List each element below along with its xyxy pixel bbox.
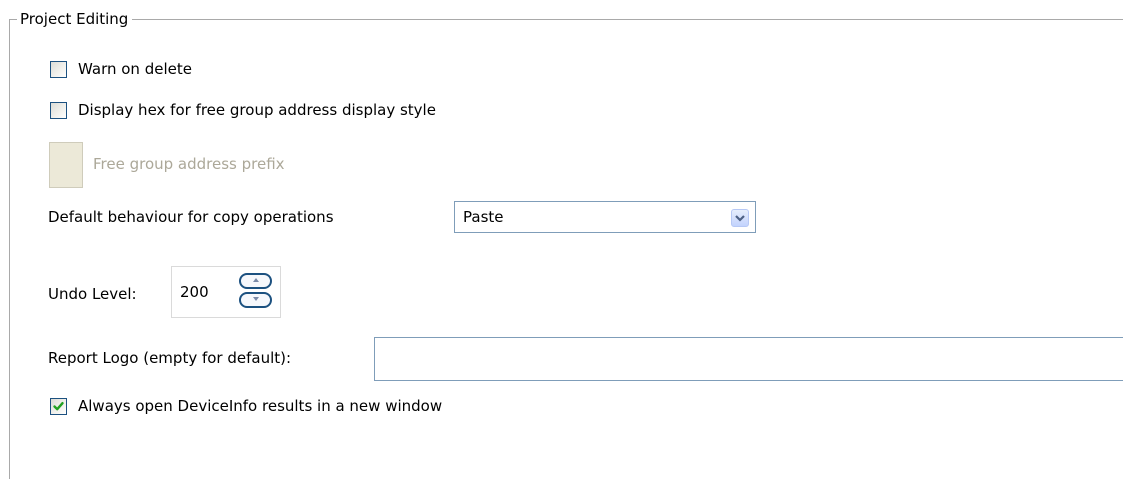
display-hex-row[interactable]: Display hex for free group address displ… — [50, 101, 436, 119]
open-deviceinfo-checkbox[interactable] — [50, 397, 67, 415]
undo-level-label: Undo Level: — [48, 285, 137, 303]
chevron-down-icon[interactable] — [731, 209, 749, 227]
check-icon — [53, 401, 64, 410]
warn-on-delete-row[interactable]: Warn on delete — [50, 60, 192, 78]
copy-behaviour-select[interactable]: Paste — [454, 201, 756, 233]
display-hex-checkbox[interactable] — [50, 101, 67, 119]
group-title: Project Editing — [17, 8, 133, 30]
arrow-down-icon — [252, 297, 259, 301]
warn-on-delete-label[interactable]: Warn on delete — [78, 60, 192, 78]
spin-up-button[interactable] — [239, 273, 272, 289]
undo-level-value[interactable]: 200 — [180, 283, 209, 301]
undo-level-spinner[interactable]: 200 — [171, 266, 281, 318]
open-deviceinfo-label[interactable]: Always open DeviceInfo results in a new … — [78, 397, 442, 415]
free-group-prefix-label: Free group address prefix — [93, 155, 285, 173]
spin-down-button[interactable] — [239, 292, 272, 308]
copy-behaviour-label: Default behaviour for copy operations — [48, 208, 334, 226]
undo-level-row: Undo Level: — [48, 285, 137, 303]
free-group-prefix-control — [49, 142, 83, 188]
display-hex-label[interactable]: Display hex for free group address displ… — [78, 101, 436, 119]
copy-behaviour-row: Default behaviour for copy operations — [48, 208, 334, 226]
warn-on-delete-checkbox[interactable] — [50, 60, 67, 78]
arrow-up-icon — [252, 278, 259, 282]
free-group-prefix-row: Free group address prefix — [93, 155, 285, 173]
open-deviceinfo-row[interactable]: Always open DeviceInfo results in a new … — [50, 397, 442, 415]
report-logo-row: Report Logo (empty for default): — [48, 349, 291, 367]
report-logo-label: Report Logo (empty for default): — [48, 349, 292, 367]
report-logo-input[interactable] — [374, 337, 1123, 381]
copy-behaviour-value: Paste — [463, 208, 504, 226]
